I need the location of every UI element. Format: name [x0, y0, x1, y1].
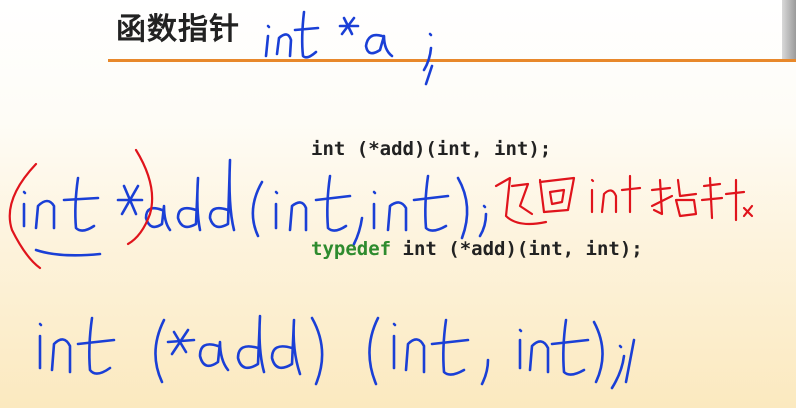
typedef-rest: int (*add)(int, int); — [391, 238, 643, 260]
typedef-keyword: typedef — [311, 238, 392, 260]
code-line-typedef: typedef int (*add)(int, int); — [311, 238, 643, 260]
code-line-pointer-declaration: int (*add)(int, int); — [311, 138, 552, 160]
window-edge — [782, 0, 796, 62]
slide: 函数指针 int (*add)(int, int); typedef int (… — [0, 0, 796, 408]
title-underline — [108, 59, 796, 62]
slide-title: 函数指针 — [116, 12, 240, 47]
